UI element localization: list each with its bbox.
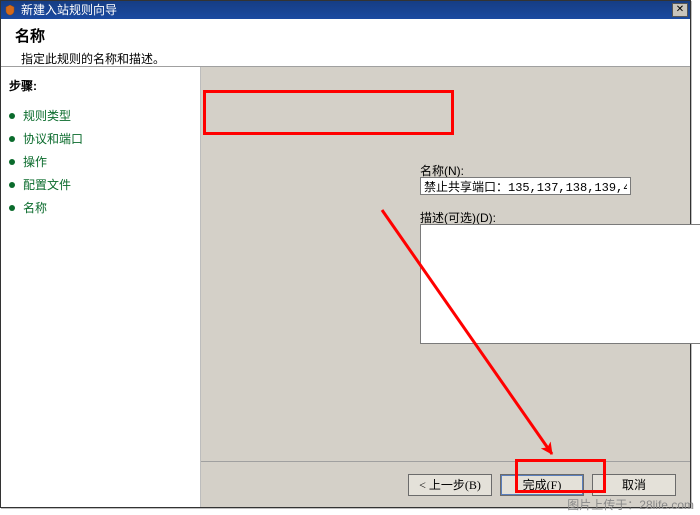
steps-title: 步骤:	[9, 77, 192, 94]
step-rule-type[interactable]: 规则类型	[9, 104, 192, 127]
step-label: 规则类型	[23, 107, 71, 124]
app-icon	[3, 3, 17, 17]
step-label: 协议和端口	[23, 130, 83, 147]
close-button[interactable]: ✕	[672, 3, 688, 17]
bullet-icon	[9, 159, 15, 165]
step-label: 配置文件	[23, 176, 71, 193]
titlebar[interactable]: 新建入站规则向导 ✕	[1, 1, 690, 19]
page-subheading: 指定此规则的名称和描述。	[21, 50, 676, 67]
step-profile[interactable]: 配置文件	[9, 173, 192, 196]
page-heading: 名称	[15, 25, 676, 46]
name-input[interactable]	[420, 177, 631, 195]
step-protocol-port[interactable]: 协议和端口	[9, 127, 192, 150]
step-label: 操作	[23, 153, 47, 170]
wizard-header: 名称 指定此规则的名称和描述。	[1, 19, 690, 67]
bullet-icon	[9, 136, 15, 142]
bullet-icon	[9, 182, 15, 188]
watermark-text: 图片上传于：28life.com	[567, 496, 694, 513]
wizard-dialog: 新建入站规则向导 ✕ 名称 指定此规则的名称和描述。 步骤: 规则类型 协议和端…	[0, 0, 691, 508]
description-textarea[interactable]	[420, 224, 700, 344]
back-button[interactable]: < 上一步(B)	[408, 474, 492, 496]
finish-button[interactable]: 完成(F)	[500, 474, 584, 496]
steps-sidebar: 步骤: 规则类型 协议和端口 操作 配置文件 名称	[1, 67, 201, 507]
step-label: 名称	[23, 199, 47, 216]
step-action[interactable]: 操作	[9, 150, 192, 173]
bullet-icon	[9, 113, 15, 119]
titlebar-title: 新建入站规则向导	[21, 1, 672, 19]
step-name[interactable]: 名称	[9, 196, 192, 219]
content-panel: 名称(N): 描述(可选)(D): < 上一步(B) 完成(F) 取消	[201, 67, 690, 507]
bullet-icon	[9, 205, 15, 211]
cancel-button[interactable]: 取消	[592, 474, 676, 496]
